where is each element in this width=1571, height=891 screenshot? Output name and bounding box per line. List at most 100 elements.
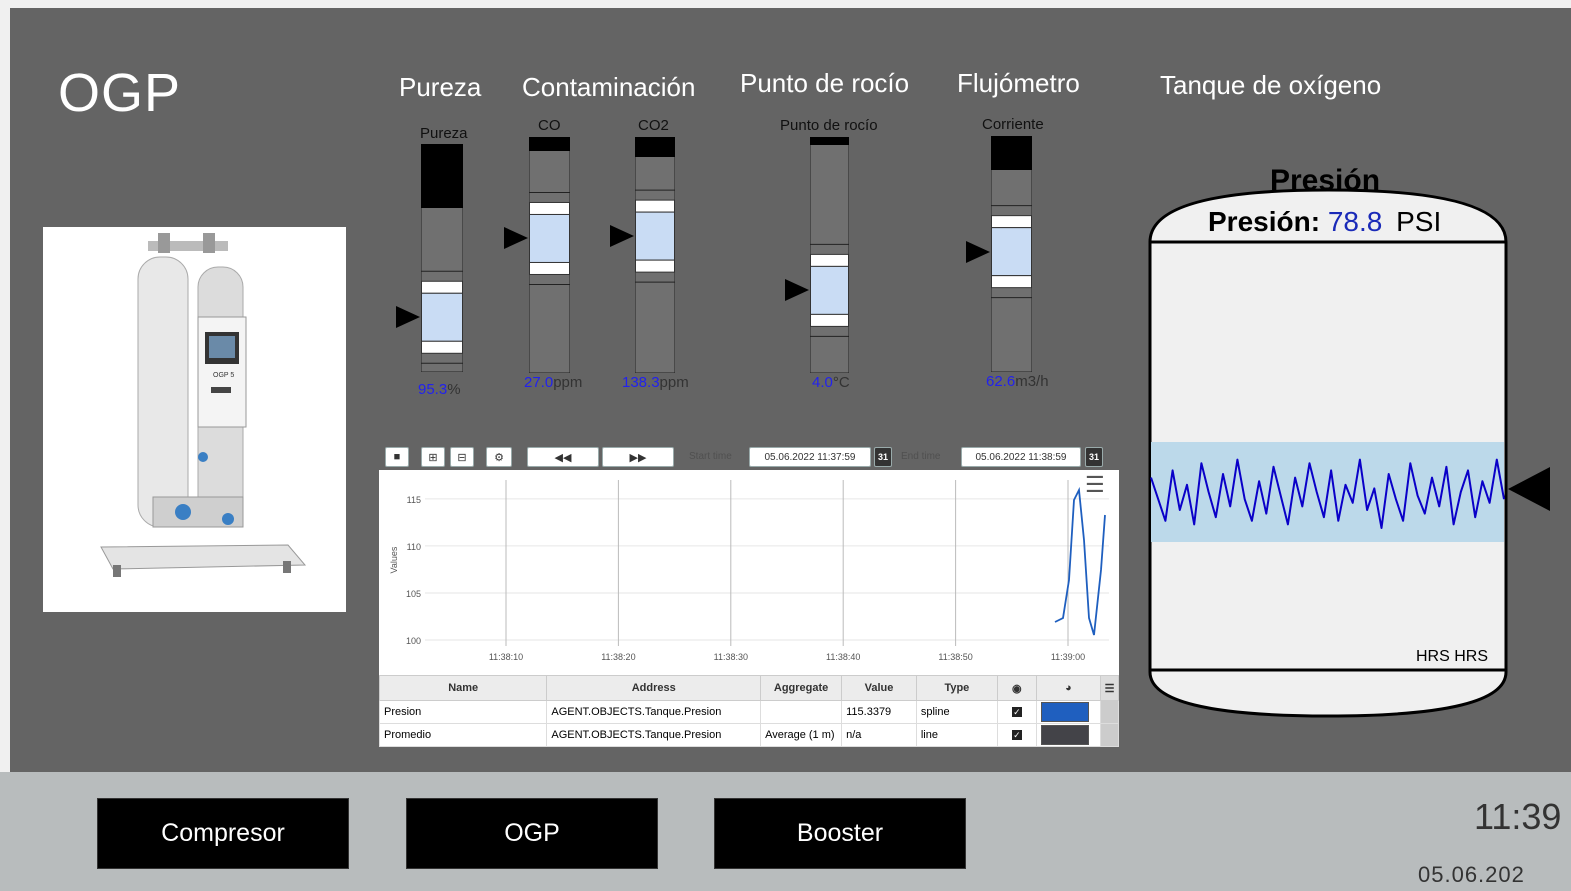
y-tick-label: 110 <box>407 542 421 552</box>
cell-address: AGENT.OBJECTS.Tanque.Presion <box>546 723 762 747</box>
gauge-value-unit: ppm <box>659 374 689 391</box>
stop-button[interactable]: ■ <box>385 447 409 467</box>
gauge-value-number: 138.3 <box>622 374 660 391</box>
series-color-swatch[interactable] <box>1035 700 1102 724</box>
y-axis-title: Values <box>389 546 399 573</box>
cell-aggregate <box>760 700 843 724</box>
eye-icon[interactable]: ◉ <box>996 675 1037 701</box>
trend-widget: ■ ⊞ ⊟ ⚙ ◀◀ ▶▶ Start time 05.06.2022 11:3… <box>378 442 1119 747</box>
end-time-input[interactable]: 05.06.2022 11:38:59 <box>961 447 1081 467</box>
tank-axis-label: HRS HRS <box>1416 648 1489 665</box>
series-presion-line <box>1054 486 1106 636</box>
gauge-value-corriente: 62.6m3/h <box>986 373 1049 390</box>
cell-type: line <box>915 723 998 747</box>
gauge-label-co2: CO2 <box>638 117 669 134</box>
end-time-label: End time <box>901 451 941 462</box>
start-calendar-icon[interactable]: 31 <box>874 447 892 467</box>
x-tick-label: 11:38:50 <box>938 652 972 662</box>
col-header-aggregate: Aggregate <box>760 675 843 701</box>
gauge-value-rocio: 4.0°C <box>812 374 850 391</box>
rewind-button[interactable]: ◀◀ <box>527 447 599 467</box>
gauge-value-co: 27.0ppm <box>524 374 582 391</box>
section-title-pureza: Pureza <box>399 72 482 102</box>
pressure-unit: PSI <box>1396 206 1442 237</box>
nav-button-compresor[interactable]: Compresor <box>97 798 349 869</box>
oxygen-tank <box>1148 160 1508 720</box>
series-color-swatch[interactable] <box>1035 723 1102 747</box>
gauge-bar-co2 <box>634 136 676 374</box>
y-tick-label: 100 <box>406 636 421 646</box>
gauge-value-number: 95.3 <box>418 381 448 398</box>
gauge-label-pureza: Pureza <box>420 125 468 142</box>
gauge-bar-corriente <box>990 135 1033 373</box>
trend-chart: 115 110 105 100 Values 11:38:10 11:38:20 11:38:… <box>379 470 1119 675</box>
zoom-out-icon[interactable]: ⊟ <box>450 447 474 467</box>
gauge-bar-co <box>528 136 571 374</box>
y-tick-label: 115 <box>407 495 421 505</box>
gauge-value-number: 62.6 <box>986 373 1016 390</box>
visibility-checkbox[interactable]: ✓ <box>996 700 1037 724</box>
cell-address: AGENT.OBJECTS.Tanque.Presion <box>546 700 762 724</box>
cell-name: Presion <box>378 700 548 724</box>
forward-button[interactable]: ▶▶ <box>602 447 674 467</box>
gauge-bar-pureza <box>420 143 464 373</box>
end-calendar-icon[interactable]: 31 <box>1085 447 1103 467</box>
gauge-pointer-co <box>504 227 528 250</box>
gauge-pointer-corriente <box>966 240 990 263</box>
series-table: Name Address Aggregate Value Type ◉ ◕ ☰ … <box>378 675 1119 747</box>
gauge-value-number: 27.0 <box>524 374 554 391</box>
table-scrollbar[interactable] <box>1100 723 1119 747</box>
table-row[interactable]: Promedio AGENT.OBJECTS.Tanque.Presion Aver… <box>378 723 1119 747</box>
x-tick-label: 11:38:10 <box>489 652 523 662</box>
y-tick-label: 105 <box>406 589 421 599</box>
col-header-name: Name <box>378 675 548 701</box>
section-title-contaminacion: Contaminación <box>522 72 696 102</box>
table-row[interactable]: Presion AGENT.OBJECTS.Tanque.Presion 115.3… <box>378 700 1119 724</box>
start-time-input[interactable]: 05.06.2022 11:37:59 <box>749 447 871 467</box>
x-tick-label: 11:39:00 <box>1051 652 1085 662</box>
gauge-label-rocio: Punto de rocío <box>780 117 878 134</box>
gauge-value-co2: 138.3ppm <box>622 374 689 391</box>
gauge-pointer-co2 <box>610 225 634 248</box>
pressure-value: 78.8 <box>1327 206 1383 237</box>
gauge-value-unit: % <box>447 381 461 398</box>
tank-pressure-readout: Presión: 78.8 PSI <box>1208 206 1441 238</box>
cell-type: spline <box>915 700 998 724</box>
x-tick-label: 11:38:20 <box>601 652 635 662</box>
section-title-tanque: Tanque de oxígeno <box>1160 70 1382 100</box>
col-header-value: Value <box>841 675 917 701</box>
nav-button-booster[interactable]: Booster <box>714 798 966 869</box>
cell-value: 115.3379 <box>841 700 917 724</box>
section-title-punto-rocio: Punto de rocío <box>740 68 910 98</box>
chart-menu-icon[interactable]: ☰ <box>1085 474 1109 496</box>
pressure-label: Presión: <box>1208 206 1321 237</box>
visibility-checkbox[interactable]: ✓ <box>996 723 1037 747</box>
settings-gear-icon[interactable]: ⚙ <box>486 447 512 467</box>
cell-aggregate: Average (1 m) <box>760 723 843 747</box>
gauge-value-number: 4.0 <box>812 374 833 391</box>
section-title-flujometro: Flujómetro <box>957 68 1080 98</box>
zoom-in-icon[interactable]: ⊞ <box>421 447 445 467</box>
gauge-pointer-rocio <box>785 279 809 302</box>
x-tick-label: 11:38:30 <box>714 652 748 662</box>
tank-level-pointer-icon <box>1508 467 1550 511</box>
gauge-label-corriente: Corriente <box>982 116 1044 133</box>
tank-title: Presión <box>1270 164 1381 197</box>
x-tick-label: 11:38:40 <box>826 652 860 662</box>
palette-icon[interactable]: ◕ <box>1035 675 1102 701</box>
page-title: OGP <box>58 63 182 123</box>
col-header-type: Type <box>915 675 998 701</box>
clock-time: 11:39 <box>1474 796 1562 837</box>
table-menu-icon[interactable]: ☰ <box>1100 675 1119 701</box>
clock-date: 05.06.202 <box>1418 862 1525 887</box>
table-scrollbar[interactable] <box>1100 700 1119 724</box>
gauge-pointer-pureza <box>396 306 420 329</box>
cell-name: Promedio <box>378 723 548 747</box>
nav-button-ogp[interactable]: OGP <box>406 798 658 869</box>
gauge-bar-rocio <box>809 136 850 374</box>
svg-text:OGP 5: OGP 5 <box>213 372 234 379</box>
gauge-value-unit: ppm <box>553 374 583 391</box>
ogp-product-image: OGP 5 <box>43 227 346 612</box>
gauge-label-co: CO <box>538 117 561 134</box>
col-header-address: Address <box>546 675 762 701</box>
